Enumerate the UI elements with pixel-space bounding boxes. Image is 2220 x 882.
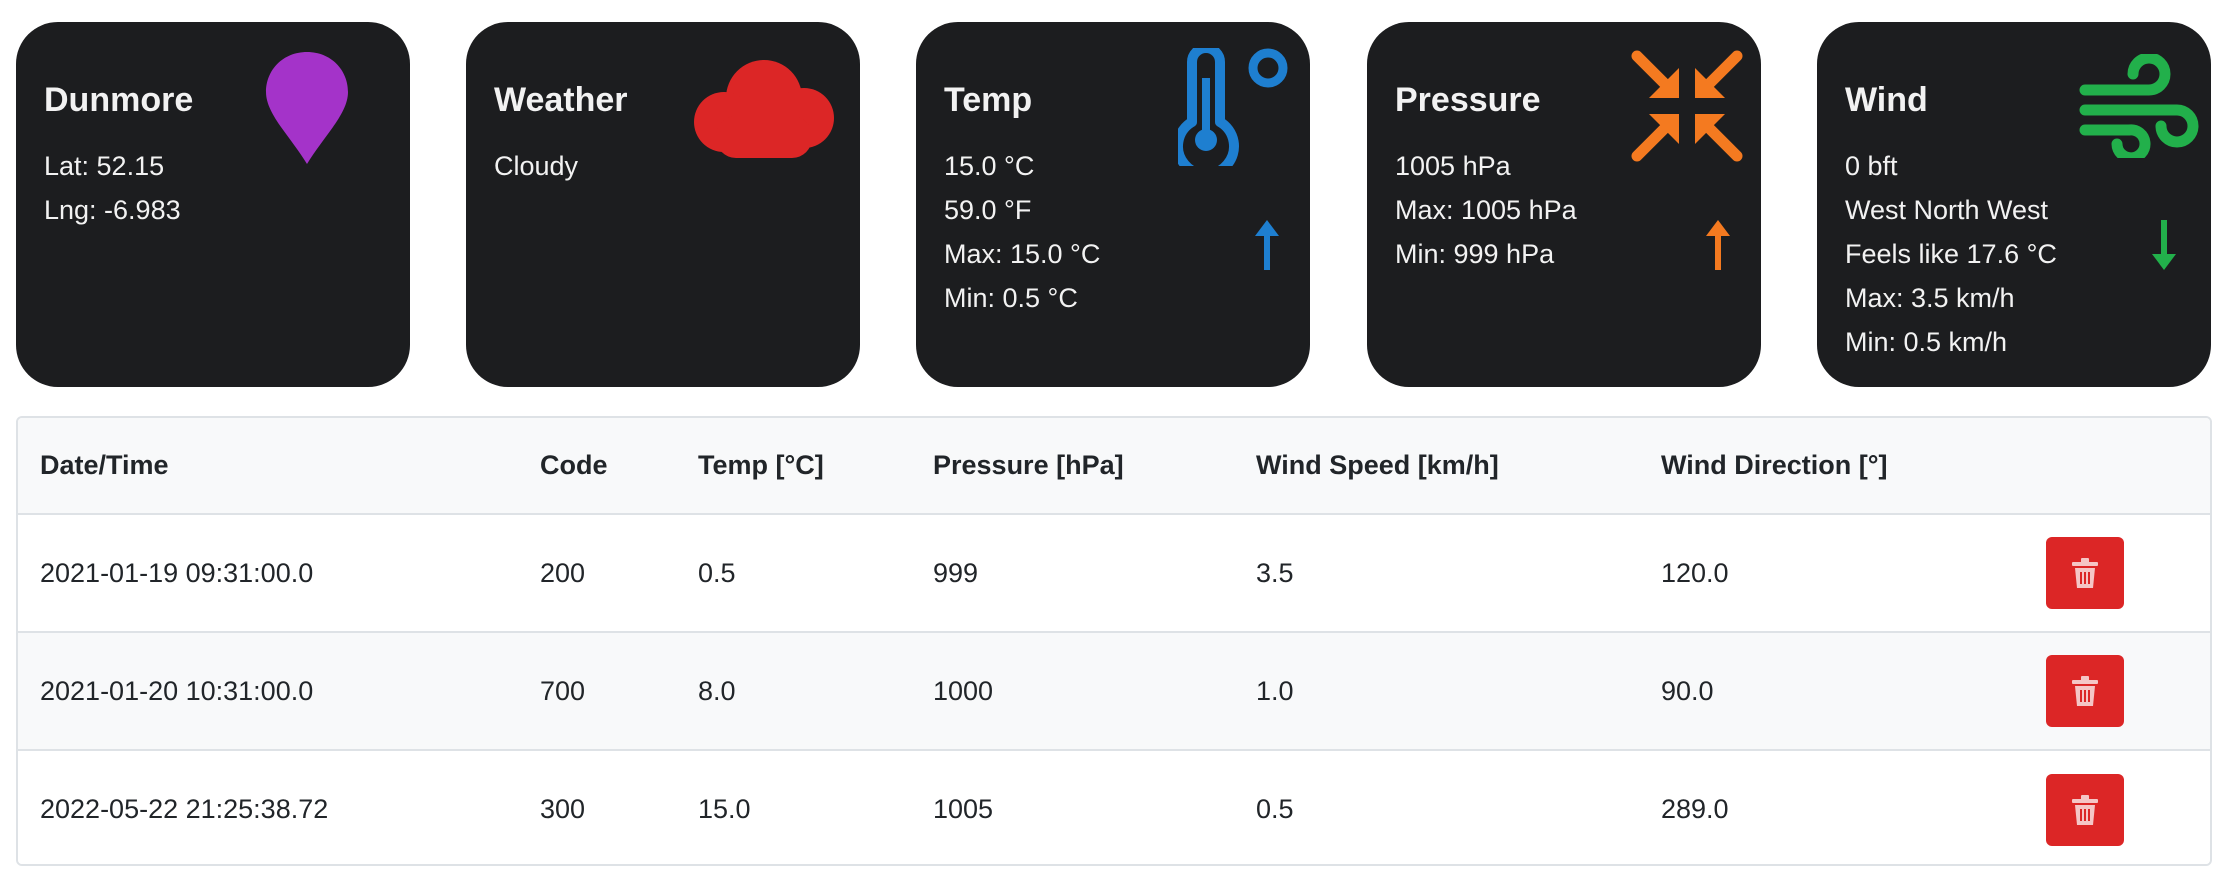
temp-title: Temp [944, 81, 1033, 119]
cell-wind-speed: 3.5 [1256, 557, 1294, 588]
header-code: Code [518, 418, 676, 515]
cell-pressure: 1000 [933, 675, 994, 706]
temp-celsius-text: 15.0 °C [944, 151, 1035, 181]
trash-icon [2072, 558, 2098, 588]
header-temp: Temp [°C] [676, 418, 911, 515]
delete-button[interactable] [2046, 537, 2124, 609]
location-title: Dunmore [44, 81, 194, 119]
summary-cards: Dunmore Lat: 52.15 Lng: -6.983 Weather C… [16, 22, 2212, 387]
cell-actions [2024, 632, 2210, 750]
cell-actions [2024, 514, 2210, 632]
cell-actions [2024, 750, 2210, 864]
weather-title: Weather [494, 81, 628, 119]
delete-button[interactable] [2046, 773, 2124, 846]
pressure-card: Pressure 1005 hPa Max: 1005 hPa Min: 999… [1367, 22, 1761, 387]
wind-card: Wind 0 bft West North West Feels like 17… [1817, 22, 2211, 387]
cell-wind-direction: 120.0 [1661, 557, 1729, 588]
cell-wind-direction: 289.0 [1661, 794, 1729, 824]
location-details: Lat: 52.15 Lng: -6.983 [44, 144, 181, 232]
temp-fahrenheit-text: 59.0 °F [944, 195, 1032, 225]
header-datetime: Date/Time [18, 418, 518, 515]
trash-icon [2072, 676, 2098, 706]
cell-datetime: 2021-01-19 09:31:00.0 [40, 557, 314, 588]
wind-max-text: Max: 3.5 km/h [1845, 283, 2015, 313]
cell-pressure: 999 [933, 557, 979, 588]
cell-code: 700 [540, 675, 586, 706]
arrow-up-icon [1706, 220, 1730, 270]
wind-feels-like-text: Feels like 17.6 °C [1845, 239, 2057, 269]
wind-min-text: Min: 0.5 km/h [1845, 327, 2008, 357]
header-pressure: Pressure [hPa] [911, 418, 1234, 515]
cell-code: 200 [540, 557, 586, 588]
compress-icon [1631, 50, 1743, 162]
cell-temp: 8.0 [698, 675, 736, 706]
cloud-icon [694, 60, 834, 158]
thermometer-icon [1178, 48, 1288, 166]
trash-icon [2072, 794, 2098, 825]
pressure-current-text: 1005 hPa [1395, 151, 1511, 181]
cell-pressure: 1005 [933, 794, 994, 824]
header-wind-speed: Wind Speed [km/h] [1234, 418, 1639, 515]
observations-table: Date/Time Code Temp [°C] Pressure [hPa] … [18, 418, 2210, 864]
temp-card: Temp 15.0 °C 59.0 °F Max: 15.0 °C Min: 0… [916, 22, 1310, 387]
arrow-down-icon [2152, 220, 2176, 270]
temp-details: 15.0 °C 59.0 °F Max: 15.0 °C Min: 0.5 °C [944, 144, 1100, 320]
wind-icon [2079, 54, 2199, 158]
header-actions [2024, 418, 2210, 515]
cell-datetime: 2022-05-22 21:25:38.72 [40, 794, 329, 824]
latitude-text: Lat: 52.15 [44, 151, 165, 181]
observations-table-container: Date/Time Code Temp [°C] Pressure [hPa] … [16, 416, 2212, 866]
cell-code: 300 [540, 794, 586, 824]
header-wind-direction: Wind Direction [°] [1639, 418, 2024, 515]
pressure-min-text: Min: 999 hPa [1395, 239, 1555, 269]
pressure-max-text: Max: 1005 hPa [1395, 195, 1577, 225]
pressure-details: 1005 hPa Max: 1005 hPa Min: 999 hPa [1395, 144, 1577, 276]
arrow-up-icon [1255, 220, 1279, 270]
wind-title: Wind [1845, 81, 1928, 119]
weather-condition-text: Cloudy [494, 151, 579, 181]
cell-wind-speed: 1.0 [1256, 675, 1294, 706]
wind-bft-text: 0 bft [1845, 151, 1898, 181]
table-row: 2021-01-19 09:31:00.0 200 0.5 999 3.5 12… [18, 514, 2210, 632]
weather-details: Cloudy [494, 144, 578, 188]
weather-card: Weather Cloudy [466, 22, 860, 387]
table-header-row: Date/Time Code Temp [°C] Pressure [hPa] … [18, 418, 2210, 515]
cell-temp: 0.5 [698, 557, 736, 588]
cell-wind-speed: 0.5 [1256, 794, 1294, 824]
location-card: Dunmore Lat: 52.15 Lng: -6.983 [16, 22, 410, 387]
cell-temp: 15.0 [698, 794, 751, 824]
wind-details: 0 bft West North West Feels like 17.6 °C… [1845, 144, 2057, 364]
wind-direction-text: West North West [1845, 195, 2049, 225]
temp-max-text: Max: 15.0 °C [944, 239, 1101, 269]
cell-datetime: 2021-01-20 10:31:00.0 [40, 675, 314, 706]
temp-min-text: Min: 0.5 °C [944, 283, 1078, 313]
delete-button[interactable] [2046, 655, 2124, 727]
longitude-text: Lng: -6.983 [44, 195, 181, 225]
pressure-title: Pressure [1395, 81, 1541, 119]
table-row: 2022-05-22 21:25:38.72 300 15.0 1005 0.5… [18, 750, 2210, 864]
cell-wind-direction: 90.0 [1661, 675, 1714, 706]
map-pin-icon [266, 52, 348, 164]
table-row: 2021-01-20 10:31:00.0 700 8.0 1000 1.0 9… [18, 632, 2210, 750]
